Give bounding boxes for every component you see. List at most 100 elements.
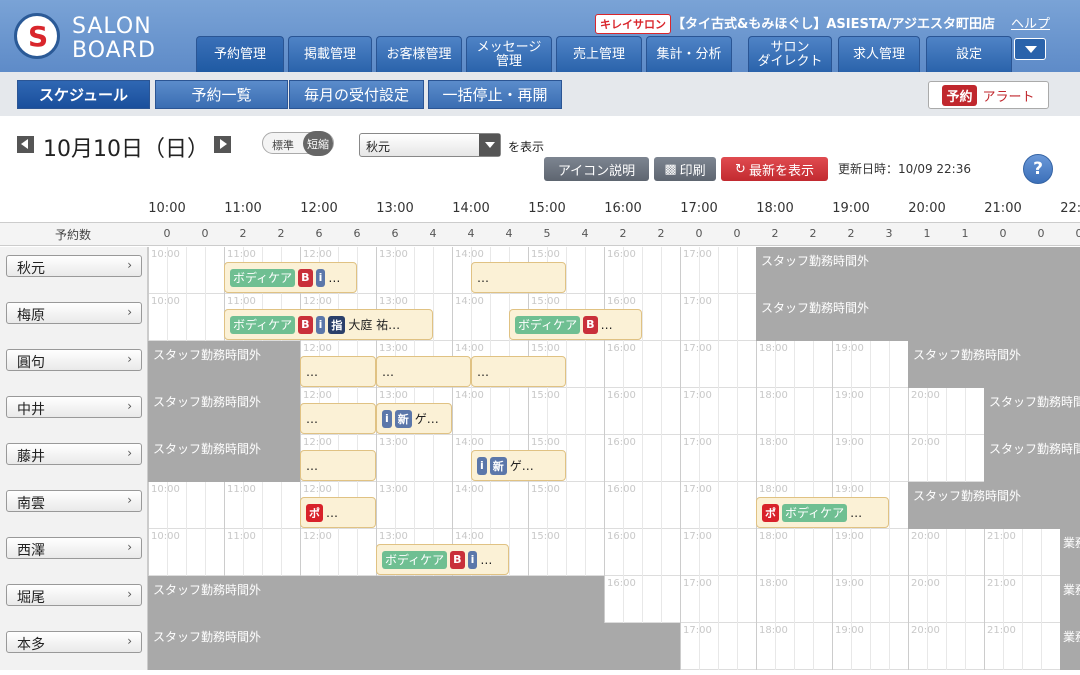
slot-time-label: 12:00 [303,343,332,354]
tag-i-icon: i [467,550,478,569]
staff-name-button[interactable]: 南雲 › [6,490,142,512]
sub-tab-2[interactable]: 毎月の受付設定 [289,80,424,109]
grid-line [452,388,453,435]
staff-select[interactable]: 秋元 [359,133,501,157]
time-slots[interactable]: 10:0011:0012:0013:0014:0015:0016:0017:00… [148,623,1080,670]
grid-line [433,435,434,482]
grid-line [813,623,814,670]
refresh-button[interactable]: ↻ 最新を表示 [721,157,828,181]
appointment-block[interactable]: ボディケア Bi… [224,262,357,293]
slot-time-label: 12:00 [303,390,332,401]
appointment-block[interactable]: ボディケア Bi… [376,544,509,575]
appointment-block[interactable]: … [300,450,376,481]
slot-count: 2 [239,227,247,240]
sub-tab-0[interactable]: スケジュール [17,80,150,109]
staff-name-button[interactable]: 藤井 › [6,443,142,465]
slot-count: 0 [201,227,209,240]
grid-line [1022,576,1023,623]
help-question-icon[interactable]: ? [1023,154,1053,184]
appointment-block[interactable]: ポボディケア… [756,497,889,528]
staff-label-cell: 藤井 › [0,435,148,482]
appointment-block[interactable]: … [300,356,376,387]
tag-body-icon: ボディケア [382,550,448,569]
chevron-right-icon: › [127,399,132,413]
select-chevron-down-icon [479,134,500,156]
staff-name: 堀尾 [17,590,45,606]
nav-tab-3[interactable]: メッセージ 管理 [466,36,552,72]
appointment-block[interactable]: … [376,356,471,387]
slot-time-label: 18:00 [759,437,788,448]
slot-time-label: 20:00 [911,390,940,401]
sub-tab-3[interactable]: 一括停止・再開 [428,80,562,109]
nav-tab-7[interactable]: 求人管理 [838,36,920,72]
prev-day-arrow-icon[interactable] [17,136,34,153]
grid-line [832,388,833,435]
grid-line [946,623,947,670]
staff-row: 圓句› 10:0011:0012:0013:0014:0015:0016:0017… [0,341,1080,388]
staff-name-button[interactable]: 梅原 › [6,302,142,324]
staff-name-button[interactable]: 圓句 › [6,349,142,371]
nav-tab-4[interactable]: 売上管理 [556,36,642,72]
appointment-block[interactable]: i 新ゲ… [376,403,452,434]
appointment-ellipsis: … [477,270,489,285]
nav-tab-0[interactable]: 予約管理 [196,36,284,72]
staff-name-button[interactable]: 本多 › [6,631,142,653]
next-day-arrow-icon[interactable] [214,136,231,153]
appointment-block[interactable]: … [471,356,566,387]
slot-count: 4 [581,227,589,240]
grid-line [984,576,985,623]
nav-tab-2[interactable]: お客様管理 [376,36,462,72]
grid-line [224,482,225,529]
time-slots[interactable]: 10:0011:0012:0013:0014:0015:0016:0017:00… [148,435,1080,482]
print-button[interactable]: ▩ 印刷 [654,157,716,181]
grid-line [642,529,643,576]
display-mode-toggle[interactable]: 標準 短縮 [262,131,334,156]
grid-line [205,529,206,576]
staff-label-cell: 秋元 › [0,247,148,294]
hour-label: 15:00 [528,201,566,216]
store-name: 【タイ古式&もみほぐし】ASIESTA/アジエスタ町田店 [672,17,995,32]
help-link[interactable]: ヘルプ [1011,13,1050,32]
sub-tab-1[interactable]: 予約一覧 [155,80,288,109]
grid-line [566,435,567,482]
grid-line [566,388,567,435]
grid-line [585,482,586,529]
time-slots[interactable]: 10:0011:0012:0013:0014:0015:0016:0017:00… [148,247,1080,294]
grid-line [433,482,434,529]
time-slots[interactable]: 10:0011:0012:0013:0014:0015:0016:0017:00… [148,294,1080,341]
time-slots[interactable]: 10:0011:0012:0013:0014:0015:0016:0017:00… [148,576,1080,623]
nav-tab-8[interactable]: 設定 [926,36,1012,72]
time-slots[interactable]: 10:0011:0012:0013:0014:0015:0016:0017:00… [148,482,1080,529]
appointment-block[interactable]: … [471,262,566,293]
nav-tab-1[interactable]: 掲載管理 [288,36,372,72]
slot-time-label: 11:00 [227,249,256,260]
appointment-block[interactable]: ポ… [300,497,376,528]
appointment-block[interactable]: … [300,403,376,434]
staff-row: 梅原 › 10:00 11:00 12:00 13:00 14:00 15:00 16:00 17… [0,294,1080,341]
staff-name-button[interactable]: 秋元 › [6,255,142,277]
salon-board-logo[interactable]: S [14,13,60,59]
nav-tab-6[interactable]: サロン ダイレクト [748,36,832,72]
tag-shin-icon: 新 [394,409,412,428]
staff-name-button[interactable]: 西澤 › [6,537,142,559]
nav-tab-5[interactable]: 集計・分析 [646,36,732,72]
icon-help-button[interactable]: アイコン説明 [544,157,649,181]
hour-label: 20:00 [908,201,946,216]
hour-label: 14:00 [452,201,490,216]
staff-name-button[interactable]: 堀尾 › [6,584,142,606]
appointment-block[interactable]: i 新ゲ… [471,450,566,481]
appointment-block[interactable]: ボディケア Bi 指大庭 祐… [224,309,433,340]
off-hours-label: スタッフ勤務時間外 [761,301,870,315]
grid-line [756,435,757,482]
more-menu-chevron-icon[interactable] [1014,38,1046,60]
grid-line [414,435,415,482]
staff-row: 秋元 › 10:00 11:00 12:00 13:00 14:00 15:00 16:00 17… [0,247,1080,294]
time-slots[interactable]: 10:0011:0012:0013:0014:0015:0016:0017:00… [148,388,1080,435]
staff-row: 南雲 › 10:00 11:00 12:00 13:00 14:00 15:00 16:00 17… [0,482,1080,529]
staff-name-button[interactable]: 中井 › [6,396,142,418]
reservation-alert-button[interactable]: 予約 アラート [928,81,1049,109]
time-slots[interactable]: 10:0011:0012:0013:0014:0015:0016:0017:00… [148,341,1080,388]
time-slots[interactable]: 10:0011:0012:0013:0014:0015:0016:0017:00… [148,529,1080,576]
appointment-block[interactable]: ボディケア B… [509,309,642,340]
grid-line [224,529,225,576]
